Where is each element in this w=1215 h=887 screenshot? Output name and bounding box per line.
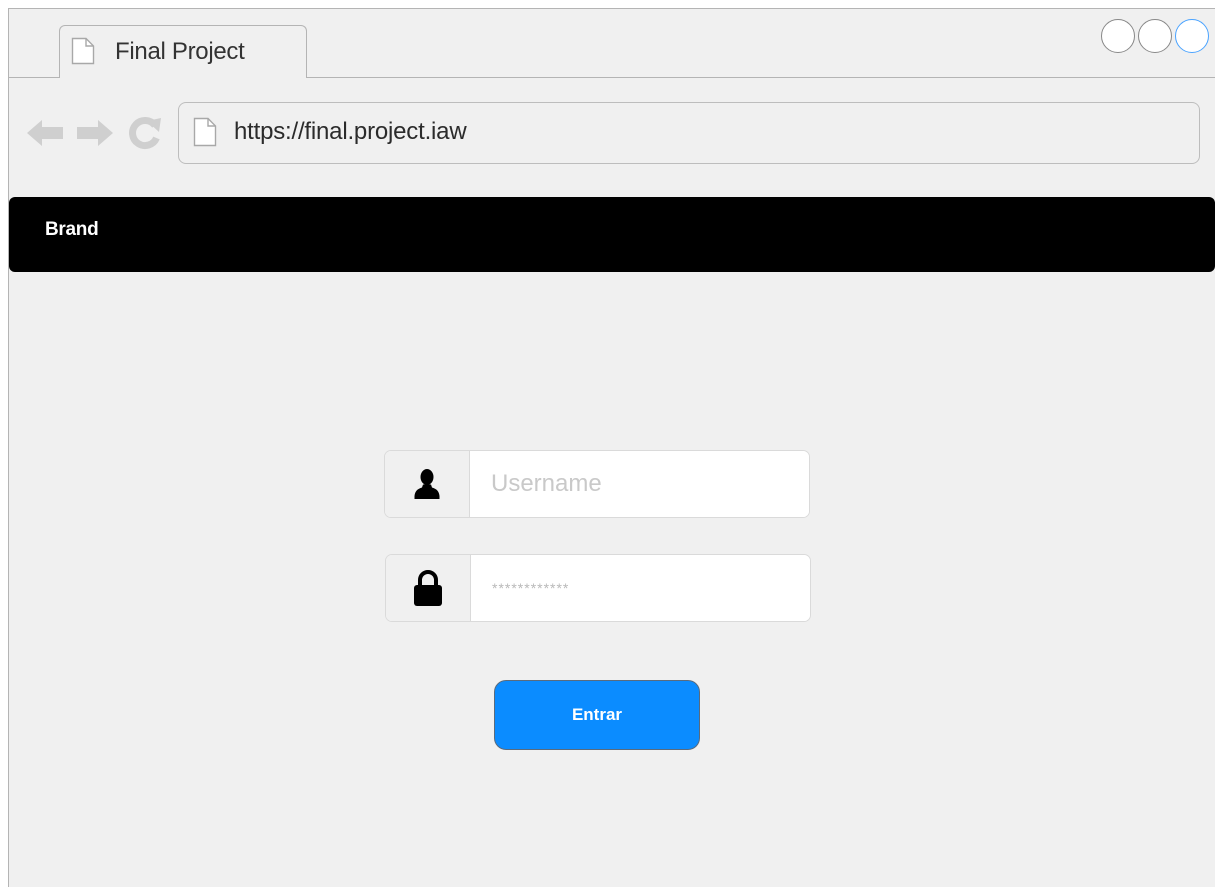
reload-icon[interactable]	[127, 116, 163, 155]
window-controls	[1101, 19, 1209, 53]
address-bar[interactable]: https://final.project.iaw	[178, 102, 1200, 164]
browser-window: Final Project https://final.project.iaw …	[8, 8, 1215, 887]
window-control-circle-active[interactable]	[1175, 19, 1209, 53]
arrow-left-icon[interactable]	[25, 116, 65, 155]
login-button[interactable]: Entrar	[494, 680, 700, 750]
site-navbar: Brand	[9, 197, 1215, 272]
username-input-group	[384, 450, 810, 518]
lock-icon	[386, 555, 471, 621]
arrow-right-icon[interactable]	[75, 116, 115, 155]
document-icon	[193, 117, 217, 152]
tab-bar: Final Project	[9, 9, 1215, 78]
username-field[interactable]	[470, 451, 809, 517]
tab-title: Final Project	[115, 38, 245, 65]
window-control-circle[interactable]	[1101, 19, 1135, 53]
navigation-row: https://final.project.iaw	[9, 78, 1215, 196]
document-icon	[71, 37, 95, 70]
browser-tab[interactable]: Final Project	[59, 25, 307, 78]
window-control-circle[interactable]	[1138, 19, 1172, 53]
password-field[interactable]	[471, 555, 810, 621]
password-input-group	[385, 554, 811, 622]
user-icon	[385, 451, 470, 517]
url-text[interactable]: https://final.project.iaw	[234, 118, 467, 146]
navbar-brand[interactable]: Brand	[45, 219, 99, 241]
